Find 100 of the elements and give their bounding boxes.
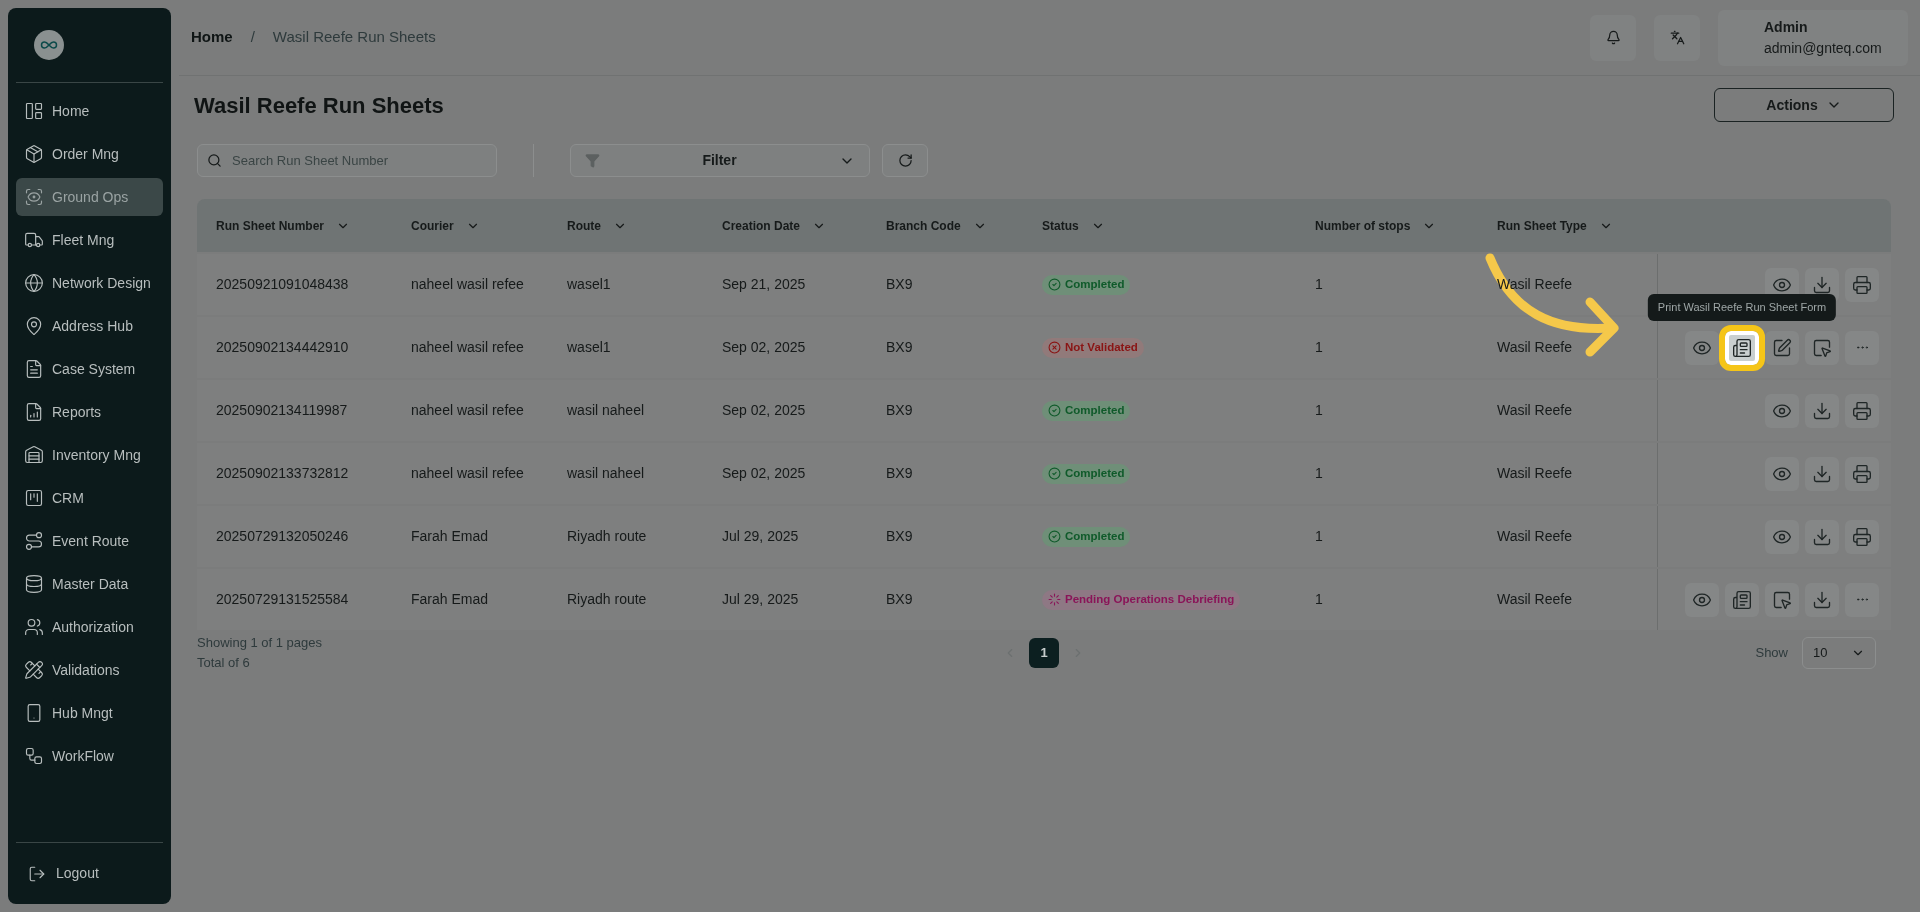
table-cell-text: BX9 — [886, 275, 913, 294]
column-header[interactable]: Status — [1042, 216, 1105, 235]
download-icon — [1812, 589, 1832, 610]
page-button[interactable]: 1 — [1029, 637, 1059, 668]
table-cell-text: 20250729132050246 — [216, 527, 349, 546]
table-cell-text: BX9 — [886, 590, 913, 609]
user-card[interactable]: Admin admin@gnteq.com — [1718, 9, 1908, 66]
view-button[interactable] — [1685, 582, 1719, 617]
table-cell-text: Riyadh route — [567, 590, 647, 609]
logout-icon — [28, 864, 46, 883]
download-button[interactable] — [1805, 393, 1839, 428]
table-cell-text: Jul 29, 2025 — [722, 590, 799, 609]
table-cell-text: Riyadh route — [567, 527, 647, 546]
translate-icon — [1669, 30, 1685, 45]
download-button[interactable] — [1805, 456, 1839, 491]
table-cell-text: 1 — [1315, 590, 1323, 609]
sidebar-item[interactable]: Event Route — [16, 522, 163, 560]
form-icon — [1732, 589, 1752, 610]
print-button[interactable] — [1845, 267, 1879, 302]
table-cell-text: naheel wasil refee — [411, 338, 524, 357]
page-size-select[interactable]: 10 — [1802, 636, 1876, 669]
print-button[interactable] — [1845, 456, 1879, 491]
sidebar-item[interactable]: Order Mng — [16, 135, 163, 173]
table-cell-text: Wasil Reefe — [1497, 338, 1572, 357]
download-button[interactable] — [1805, 519, 1839, 554]
scan-icon — [24, 187, 44, 207]
refresh-icon — [897, 153, 913, 168]
refresh-button[interactable] — [882, 144, 928, 177]
bell-icon — [1605, 30, 1621, 45]
pointer-button[interactable] — [1805, 330, 1839, 365]
check-circle-icon — [1048, 404, 1061, 417]
view-button[interactable] — [1685, 330, 1719, 365]
document-icon — [24, 359, 44, 379]
table-cell-text: BX9 — [886, 527, 913, 546]
check-circle-icon — [1048, 530, 1061, 543]
database-icon — [24, 574, 44, 594]
sidebar-item[interactable]: Authorization — [16, 608, 163, 646]
table-cell-text: Wasil Reefe — [1497, 590, 1572, 609]
view-button[interactable] — [1765, 456, 1799, 491]
sidebar-item[interactable]: Reports — [16, 393, 163, 431]
view-button[interactable] — [1765, 519, 1799, 554]
table-cell-text: Sep 02, 2025 — [722, 401, 806, 420]
edit-button[interactable] — [1765, 330, 1799, 365]
status-badge: Completed — [1042, 274, 1131, 295]
sidebar-item[interactable]: Home — [16, 92, 163, 130]
user-name: Admin — [1764, 17, 1809, 37]
print-icon — [1852, 526, 1872, 547]
view-button[interactable] — [1765, 393, 1799, 428]
pencil-ruler-icon — [24, 660, 44, 680]
sidebar-item[interactable]: Master Data — [16, 565, 163, 603]
sidebar-item[interactable]: Hub Mngt — [16, 694, 163, 732]
sidebar-item[interactable]: Validations — [16, 651, 163, 689]
form-icon — [1732, 337, 1752, 358]
check-circle-icon — [1048, 278, 1061, 291]
breadcrumb-link[interactable]: Home — [191, 26, 233, 49]
download-icon — [1812, 463, 1832, 484]
column-header[interactable]: Route — [567, 216, 627, 235]
column-header[interactable]: Run Sheet Number — [216, 216, 350, 235]
status-badge: Pending Operations Debriefing — [1042, 589, 1241, 610]
logout-button[interactable]: Logout — [28, 863, 151, 884]
actions-button[interactable]: Actions — [1714, 88, 1894, 122]
download-button[interactable] — [1805, 582, 1839, 617]
pointer-button[interactable] — [1765, 582, 1799, 617]
table-cell-text: Wasil Reefe — [1497, 401, 1572, 420]
status-badge: Not Validated — [1042, 337, 1144, 358]
sidebar-item[interactable]: WorkFlow — [16, 737, 163, 775]
table-cell-text: naheel wasil refee — [411, 464, 524, 483]
column-header[interactable]: Courier — [411, 216, 480, 235]
table-cell-text: 20250902133732812 — [216, 464, 349, 483]
sidebar-item[interactable]: Case System — [16, 350, 163, 388]
column-header[interactable]: Number of stops — [1315, 216, 1437, 235]
print-icon — [1852, 400, 1872, 421]
sidebar-item[interactable]: Network Design — [16, 264, 163, 302]
table-cell-text: Sep 02, 2025 — [722, 338, 806, 357]
column-header[interactable]: Run Sheet Type — [1497, 216, 1613, 235]
check-circle-icon — [1048, 467, 1061, 480]
table-cell-text: Farah Emad — [411, 527, 489, 546]
column-header[interactable]: Creation Date — [722, 216, 827, 235]
search-field[interactable]: Search Run Sheet Number — [197, 144, 497, 177]
total-text: Total of 6 — [197, 653, 251, 672]
page-title: Wasil Reefe Run Sheets — [194, 91, 444, 120]
sidebar-item[interactable]: Inventory Mng — [16, 436, 163, 474]
filter-dropdown[interactable]: Filter — [570, 144, 870, 177]
sidebar-item[interactable]: Ground Ops — [16, 178, 163, 216]
download-icon — [1812, 526, 1832, 547]
language-button[interactable] — [1654, 14, 1700, 61]
sidebar-item[interactable]: Fleet Mng — [16, 221, 163, 259]
sidebar-item[interactable]: CRM — [16, 479, 163, 517]
search-icon — [207, 153, 222, 168]
print-button[interactable] — [1845, 393, 1879, 428]
print-icon — [1852, 274, 1872, 295]
table-cell-text: naheel wasil refee — [411, 275, 524, 294]
column-header[interactable]: Branch Code — [886, 216, 987, 235]
table-cell-text: 20250902134119987 — [216, 401, 348, 420]
breadcrumb-separator: / — [250, 27, 255, 48]
notification-button[interactable] — [1590, 14, 1636, 61]
logo-icon — [34, 30, 64, 60]
loader-icon — [1048, 593, 1061, 606]
sidebar-item[interactable]: Address Hub — [16, 307, 163, 345]
print-button[interactable] — [1845, 519, 1879, 554]
